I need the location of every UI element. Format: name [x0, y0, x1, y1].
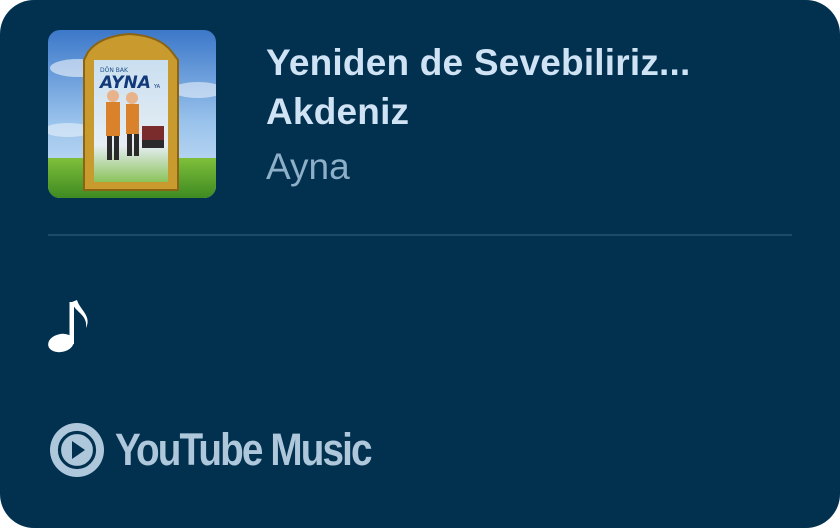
youtube-music-brand: YouTube Music [48, 418, 412, 482]
album-art[interactable]: DÖN BAK AYNA YA [48, 30, 216, 198]
track-title-line-2: Akdeniz [266, 91, 410, 132]
youtube-music-label: YouTube Music [115, 424, 373, 475]
track-title[interactable]: Yeniden de Sevebiliriz... Akdeniz [266, 38, 806, 136]
youtube-music-icon [50, 423, 104, 477]
album-logo-text: AYNA [98, 73, 151, 93]
divider [48, 234, 792, 236]
now-playing-widget[interactable]: DÖN BAK AYNA YA Yeniden de Sevebiliriz..… [0, 0, 840, 528]
track-title-line-1: Yeniden de Sevebiliriz... [266, 42, 691, 83]
artist-name[interactable]: Ayna [266, 142, 350, 191]
album-suffix-text: YA [153, 84, 161, 90]
music-note-icon [44, 294, 96, 356]
